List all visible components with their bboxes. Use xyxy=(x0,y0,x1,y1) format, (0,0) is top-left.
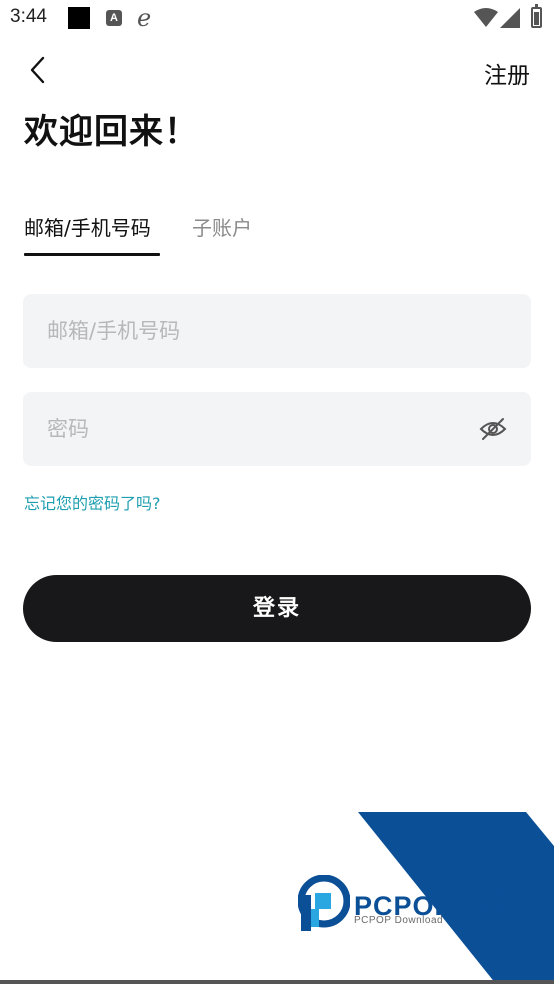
back-button[interactable] xyxy=(24,54,54,86)
eye-off-icon xyxy=(479,418,507,440)
watermark-subtitle: PCPOP Download xyxy=(354,915,444,926)
forgot-password-link[interactable]: 忘记您的密码了吗? xyxy=(24,490,161,514)
signal-icon xyxy=(500,8,520,28)
chevron-left-icon xyxy=(30,56,45,84)
email-phone-input[interactable] xyxy=(23,294,531,368)
password-field-container xyxy=(23,392,531,466)
login-button[interactable]: 登录 xyxy=(23,575,531,642)
password-visibility-toggle[interactable] xyxy=(479,416,507,442)
register-link[interactable]: 注册 xyxy=(484,56,530,90)
pcpop-logo-icon xyxy=(298,875,350,931)
active-tab-indicator xyxy=(24,253,160,256)
login-tabs: 邮箱/手机号码 子账户 xyxy=(24,212,534,258)
password-input[interactable] xyxy=(23,392,531,466)
status-bar: 3:44 A e xyxy=(0,0,554,38)
tab-email-phone[interactable]: 邮箱/手机号码 xyxy=(24,212,151,241)
status-time: 3:44 xyxy=(10,6,47,27)
battery-icon xyxy=(531,4,542,28)
a-app-icon: A xyxy=(106,10,122,26)
email-phone-field-container xyxy=(23,294,531,368)
notification-square-icon xyxy=(68,7,90,29)
bottom-edge xyxy=(0,980,554,984)
page-title: 欢迎回来！ xyxy=(24,112,199,152)
e-app-icon: e xyxy=(137,4,152,32)
tab-sub-account[interactable]: 子账户 xyxy=(192,212,252,241)
wifi-icon xyxy=(474,8,498,27)
